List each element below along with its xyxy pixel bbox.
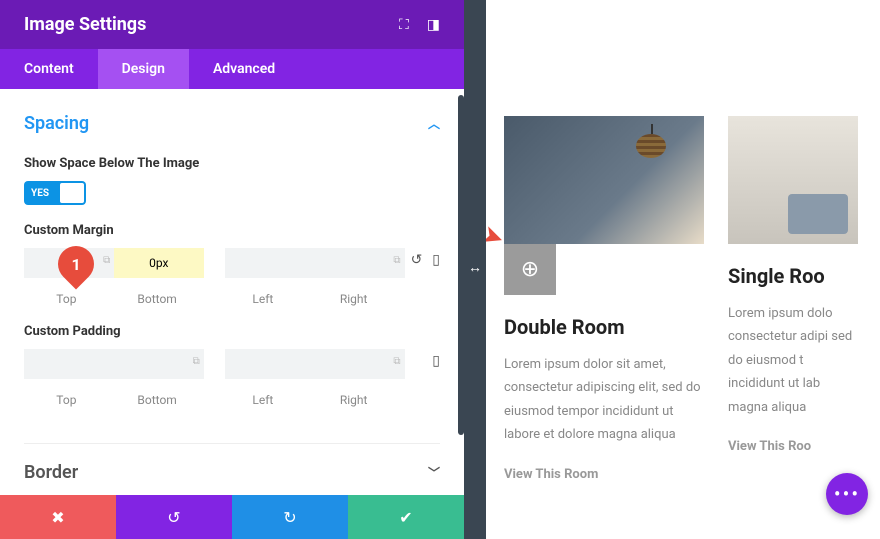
close-button[interactable]: ✖ (0, 495, 116, 539)
callout-marker: 1 (58, 246, 94, 282)
link-icon[interactable]: ⧉ (393, 356, 400, 367)
padding-bottom-input[interactable] (114, 349, 204, 379)
tab-advanced[interactable]: Advanced (189, 49, 299, 89)
chevron-up-icon: ︿ (428, 115, 440, 132)
spacing-title: Spacing (24, 113, 89, 134)
margin-bottom-input[interactable] (114, 248, 204, 278)
card-double-room: ⊕ Double Room Lorem ipsum dolor sit amet… (504, 116, 704, 539)
show-space-toggle[interactable]: YES (24, 181, 86, 205)
settings-panel: Image Settings ⛶ ◨ Content Design Advanc… (0, 0, 464, 539)
device-icon[interactable]: ▯ (432, 353, 440, 369)
undo-button[interactable]: ↺ (116, 495, 232, 539)
tabs: Content Design Advanced (0, 49, 464, 89)
preview-area: ➤ ⊕ Double Room Lorem ipsum dolor sit am… (486, 0, 880, 539)
view-room-link[interactable]: View This Room (504, 467, 704, 482)
expand-icon[interactable]: ⛶ (399, 17, 409, 33)
layout-icon[interactable]: ◨ (427, 17, 440, 33)
padding-right-input[interactable] (315, 349, 405, 379)
margin-left-input[interactable] (225, 248, 315, 278)
sofa-graphic (788, 194, 848, 234)
panel-body: Spacing ︿ Show Space Below The Image YES… (0, 89, 464, 495)
padding-left-input[interactable] (225, 349, 315, 379)
chevron-down-icon: ﹀ (428, 464, 440, 481)
header-actions: ⛶ ◨ (399, 17, 440, 33)
cap-right: Right (340, 292, 368, 306)
card-title: Double Room (504, 315, 704, 339)
room-image (728, 116, 858, 244)
spacing-header[interactable]: Spacing ︿ (24, 109, 440, 138)
cap-bottom: Bottom (137, 292, 176, 306)
padding-top-input[interactable] (24, 349, 114, 379)
reset-icon[interactable]: ↺ (411, 252, 423, 268)
chandelier-graphic (628, 124, 674, 164)
border-title: Border (24, 462, 78, 483)
card-title: Single Roo (728, 264, 858, 288)
panel-header: Image Settings ⛶ ◨ (0, 0, 464, 49)
device-icon[interactable]: ▯ (432, 252, 440, 268)
fab-menu-button[interactable]: ••• (826, 473, 868, 515)
card-body: Lorem ipsum dolor sit amet, consectetur … (504, 353, 704, 447)
save-button[interactable]: ✔ (348, 495, 464, 539)
room-image (504, 116, 704, 244)
resize-divider[interactable]: ↔ (464, 0, 486, 539)
show-space-label: Show Space Below The Image (24, 156, 440, 171)
custom-margin-label: Custom Margin (24, 223, 440, 238)
margin-right-input[interactable] (315, 248, 405, 278)
padding-row: ⧉ ⧉ ↺ ▯ (24, 349, 440, 379)
card-body: Lorem ipsum dolo consectetur adipi sed d… (728, 302, 858, 419)
tab-design[interactable]: Design (98, 49, 189, 89)
border-header[interactable]: Border ﹀ (24, 458, 440, 487)
tab-content[interactable]: Content (0, 49, 98, 89)
link-icon[interactable]: ⧉ (193, 356, 200, 367)
border-section: Border ﹀ (24, 443, 440, 487)
panel-footer: ✖ ↺ ↻ ✔ (0, 495, 464, 539)
link-icon[interactable]: ⧉ (103, 255, 110, 266)
toggle-knob (60, 183, 84, 203)
view-room-link[interactable]: View This Roo (728, 439, 858, 454)
custom-padding-label: Custom Padding (24, 324, 440, 339)
toggle-value: YES (31, 188, 49, 199)
cap-top: Top (56, 292, 76, 306)
add-module-button[interactable]: ⊕ (504, 243, 556, 295)
redo-button[interactable]: ↻ (232, 495, 348, 539)
cap-left: Left (252, 292, 273, 306)
panel-title: Image Settings (24, 14, 146, 35)
link-icon[interactable]: ⧉ (393, 255, 400, 266)
